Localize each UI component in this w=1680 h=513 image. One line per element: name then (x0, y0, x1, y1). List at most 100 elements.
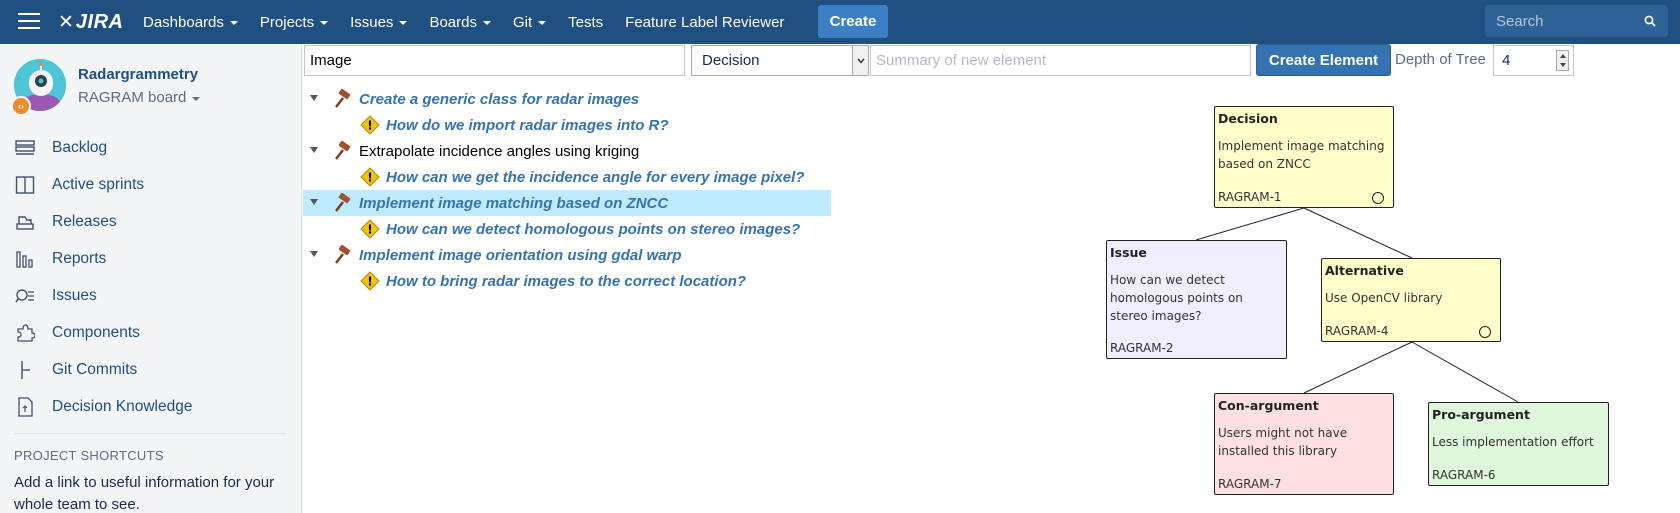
nav-boards[interactable]: Boards (429, 14, 491, 31)
nav-feature-label-reviewer[interactable]: Feature Label Reviewer (625, 14, 784, 31)
svg-text:!: ! (367, 171, 372, 185)
element-type-selected: Decision (702, 52, 760, 69)
node-key: RAGRAM-4 (1325, 324, 1389, 338)
tree-node-label[interactable]: Implement image orientation using gdal w… (359, 247, 682, 264)
chevron-down-icon (229, 21, 238, 25)
sidebar-item-issues[interactable]: Issues (0, 277, 301, 314)
tree-node[interactable]: ! How can we get the incidence angle for… (303, 164, 831, 190)
search-input[interactable] (1485, 5, 1635, 37)
node-type: Pro-argument (1432, 407, 1530, 422)
knowledge-tree: Create a generic class for radar images … (303, 86, 831, 294)
components-icon (17, 324, 35, 342)
project-sidebar: ‹› Radargrammetry RAGRAM board Backlog A… (0, 44, 302, 513)
number-spinner[interactable] (1556, 50, 1569, 71)
depth-of-tree-label: Depth of Tree (1395, 51, 1486, 68)
svg-text:!: ! (367, 223, 372, 237)
tree-node-label[interactable]: Extrapolate incidence angles using krigi… (359, 143, 639, 160)
sidebar-item-components[interactable]: Components (0, 314, 301, 351)
issue-warning-icon: ! (360, 115, 380, 135)
graph-node-decision[interactable]: Decision Implement image matching based … (1214, 106, 1394, 208)
element-type-select[interactable]: Decision (691, 45, 869, 76)
decision-gavel-icon (335, 245, 351, 264)
active-sprints-icon (15, 176, 35, 194)
search-icon[interactable] (1644, 15, 1656, 27)
decision-gavel-icon (335, 193, 351, 212)
node-key: RAGRAM-2 (1110, 341, 1174, 355)
tree-node[interactable]: ! How to bring radar images to the corre… (303, 268, 831, 294)
sidebar-item-active-sprints[interactable]: Active sprints (0, 166, 301, 203)
tree-node-label[interactable]: How to bring radar images to the correct… (386, 273, 746, 290)
summary-input[interactable] (870, 45, 1251, 76)
nav-dashboards[interactable]: Dashboards (143, 14, 238, 31)
board-selector[interactable]: RAGRAM board (78, 89, 201, 106)
chevron-down-icon (192, 96, 201, 101)
chevron-down-icon (856, 58, 865, 64)
issue-warning-icon: ! (360, 271, 380, 291)
tree-node[interactable]: ! How can we detect homologous points on… (303, 216, 831, 242)
select-dropdown-button[interactable] (852, 46, 868, 75)
nav-tests[interactable]: Tests (568, 14, 603, 31)
svg-text:!: ! (367, 119, 372, 133)
svg-text:!: ! (367, 275, 372, 289)
graph-edge (1411, 341, 1519, 403)
node-type: Issue (1110, 245, 1147, 260)
tree-toggle-icon[interactable] (310, 199, 318, 205)
graph-node-issue[interactable]: Issue How can we detect homologous point… (1106, 240, 1287, 359)
tree-toggle-icon[interactable] (310, 147, 318, 153)
graph-node-pro-argument[interactable]: Pro-argument Less implementation effort … (1428, 402, 1609, 486)
tree-node[interactable]: Implement image orientation using gdal w… (303, 242, 831, 268)
menu-icon[interactable] (18, 13, 40, 31)
tree-node[interactable]: Extrapolate incidence angles using krigi… (303, 138, 831, 164)
node-type: Con-argument (1218, 398, 1319, 413)
create-button[interactable]: Create (818, 5, 888, 38)
spin-down-icon[interactable] (1560, 63, 1566, 67)
node-status-circle-icon[interactable] (1372, 192, 1384, 204)
node-summary: How can we detect homologous points on s… (1110, 273, 1243, 323)
nav-git[interactable]: Git (513, 14, 547, 31)
decision-knowledge-icon (18, 397, 33, 417)
node-summary: Implement image matching based on ZNCC (1218, 139, 1385, 171)
jira-logo[interactable]: ✕ JIRA (58, 9, 124, 35)
project-shortcuts-title: PROJECT SHORTCUTS (14, 448, 164, 463)
jira-logo-text: JIRA (75, 10, 124, 33)
sidebar-item-git-commits[interactable]: Git Commits (0, 351, 301, 388)
node-key: RAGRAM-1 (1218, 190, 1282, 204)
nav-issues[interactable]: Issues (350, 14, 408, 31)
graph-node-alternative[interactable]: Alternative Use OpenCV library RAGRAM-4 (1321, 258, 1501, 342)
tree-node[interactable]: Create a generic class for radar images (303, 86, 831, 112)
filter-input[interactable] (304, 45, 685, 76)
node-summary: Users might not have installed this libr… (1218, 426, 1348, 458)
search-box (1485, 5, 1668, 37)
project-shortcuts-text: Add a link to useful information for you… (14, 474, 275, 513)
spin-up-icon[interactable] (1560, 54, 1566, 58)
git-commits-icon (21, 361, 30, 379)
graph-edge (1303, 341, 1413, 394)
node-key: RAGRAM-6 (1432, 468, 1496, 482)
depth-of-tree-input[interactable]: 4 (1493, 45, 1574, 76)
chevron-down-icon (320, 21, 329, 25)
sidebar-nav: Backlog Active sprints Releases Reports … (0, 129, 301, 425)
tree-node[interactable]: ! How do we import radar images into R? (303, 112, 831, 138)
tree-node-label[interactable]: Implement image matching based on ZNCC (359, 195, 668, 212)
node-status-circle-icon[interactable] (1479, 326, 1491, 338)
graph-node-con-argument[interactable]: Con-argument Users might not have instal… (1214, 393, 1394, 495)
tree-toggle-icon[interactable] (310, 251, 318, 257)
depth-value: 4 (1502, 52, 1511, 69)
tree-toggle-icon[interactable] (310, 95, 318, 101)
sidebar-item-releases[interactable]: Releases (0, 203, 301, 240)
sidebar-divider (14, 433, 286, 434)
create-element-button[interactable]: Create Element (1256, 44, 1391, 76)
tree-node-label[interactable]: How do we import radar images into R? (386, 117, 669, 134)
project-name[interactable]: Radargrammetry (78, 66, 198, 83)
tree-node-label[interactable]: Create a generic class for radar images (359, 91, 639, 108)
nav-projects[interactable]: Projects (260, 14, 329, 31)
tree-node-label[interactable]: How can we detect homologous points on s… (386, 221, 800, 238)
sidebar-item-reports[interactable]: Reports (0, 240, 301, 277)
sidebar-item-decision-knowledge[interactable]: Decision Knowledge (0, 388, 301, 425)
graph-edge (1195, 207, 1305, 241)
top-navigation-bar: ✕ JIRA Dashboards Projects Issues Boards… (0, 0, 1680, 44)
tree-node-selected[interactable]: Implement image matching based on ZNCC (303, 190, 831, 216)
jira-logo-icon: ✕ (58, 11, 74, 33)
tree-node-label[interactable]: How can we get the incidence angle for e… (386, 169, 804, 186)
sidebar-item-backlog[interactable]: Backlog (0, 129, 301, 166)
